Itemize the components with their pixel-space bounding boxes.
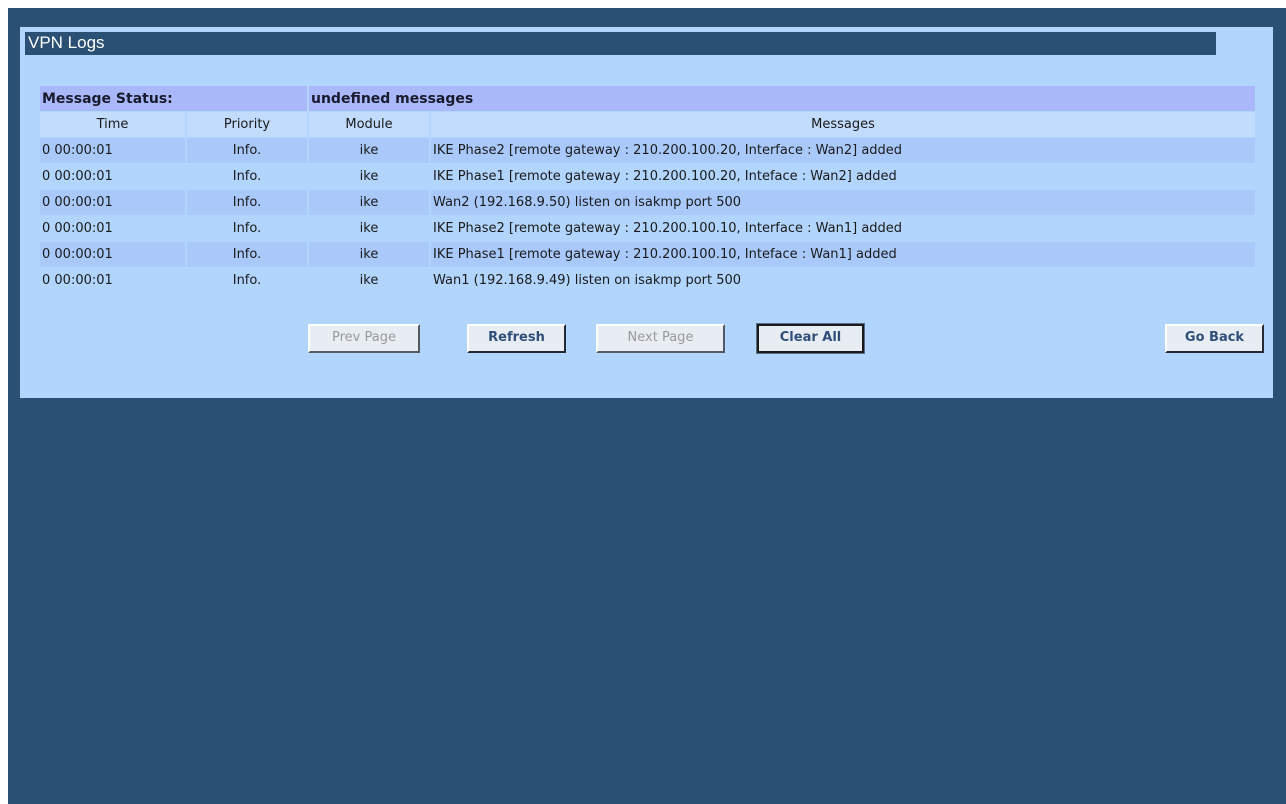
log-time: 0 00:00:01 <box>40 164 187 190</box>
log-message: IKE Phase2 [remote gateway : 210.200.100… <box>431 216 1255 242</box>
log-time: 0 00:00:01 <box>40 190 187 216</box>
log-message: IKE Phase1 [remote gateway : 210.200.100… <box>431 164 1255 190</box>
column-header-module: Module <box>309 112 431 138</box>
log-module: ike <box>309 190 431 216</box>
clear-all-button[interactable]: Clear All <box>756 323 865 354</box>
log-priority: Info. <box>187 164 309 190</box>
logs-table: Message Status: undefined messages Time … <box>40 86 1255 294</box>
page-title: VPN Logs <box>25 32 1216 55</box>
go-back-button[interactable]: Go Back <box>1165 324 1264 353</box>
table-row: 0 00:00:01 Info. ike IKE Phase2 [remote … <box>40 216 1255 242</box>
log-priority: Info. <box>187 268 309 294</box>
log-time: 0 00:00:01 <box>40 268 187 294</box>
log-priority: Info. <box>187 190 309 216</box>
vpn-logs-panel: VPN Logs Message Status: undefined messa… <box>20 27 1273 398</box>
log-module: ike <box>309 216 431 242</box>
table-row: 0 00:00:01 Info. ike IKE Phase2 [remote … <box>40 138 1255 164</box>
log-message: Wan2 (192.168.9.50) listen on isakmp por… <box>431 190 1255 216</box>
message-status-value: undefined messages <box>309 86 1255 112</box>
column-header-time: Time <box>40 112 187 138</box>
log-message: IKE Phase1 [remote gateway : 210.200.100… <box>431 242 1255 268</box>
next-page-button[interactable]: Next Page <box>596 324 725 353</box>
column-header-priority: Priority <box>187 112 309 138</box>
log-message: Wan1 (192.168.9.49) listen on isakmp por… <box>431 268 1255 294</box>
log-time: 0 00:00:01 <box>40 138 187 164</box>
table-header-row: Time Priority Module Messages <box>40 112 1255 138</box>
message-status-label: Message Status: <box>40 86 309 112</box>
log-module: ike <box>309 242 431 268</box>
log-message: IKE Phase2 [remote gateway : 210.200.100… <box>431 138 1255 164</box>
log-module: ike <box>309 268 431 294</box>
table-row: 0 00:00:01 Info. ike IKE Phase1 [remote … <box>40 164 1255 190</box>
prev-page-button[interactable]: Prev Page <box>308 324 420 353</box>
table-row: 0 00:00:01 Info. ike Wan1 (192.168.9.49)… <box>40 268 1255 294</box>
log-time: 0 00:00:01 <box>40 216 187 242</box>
log-module: ike <box>309 164 431 190</box>
message-status-row: Message Status: undefined messages <box>40 86 1255 112</box>
table-row: 0 00:00:01 Info. ike IKE Phase1 [remote … <box>40 242 1255 268</box>
table-row: 0 00:00:01 Info. ike Wan2 (192.168.9.50)… <box>40 190 1255 216</box>
log-time: 0 00:00:01 <box>40 242 187 268</box>
column-header-messages: Messages <box>431 112 1255 138</box>
log-priority: Info. <box>187 216 309 242</box>
log-priority: Info. <box>187 138 309 164</box>
page-background: VPN Logs Message Status: undefined messa… <box>8 8 1286 804</box>
refresh-button[interactable]: Refresh <box>467 324 566 353</box>
log-module: ike <box>309 138 431 164</box>
log-priority: Info. <box>187 242 309 268</box>
